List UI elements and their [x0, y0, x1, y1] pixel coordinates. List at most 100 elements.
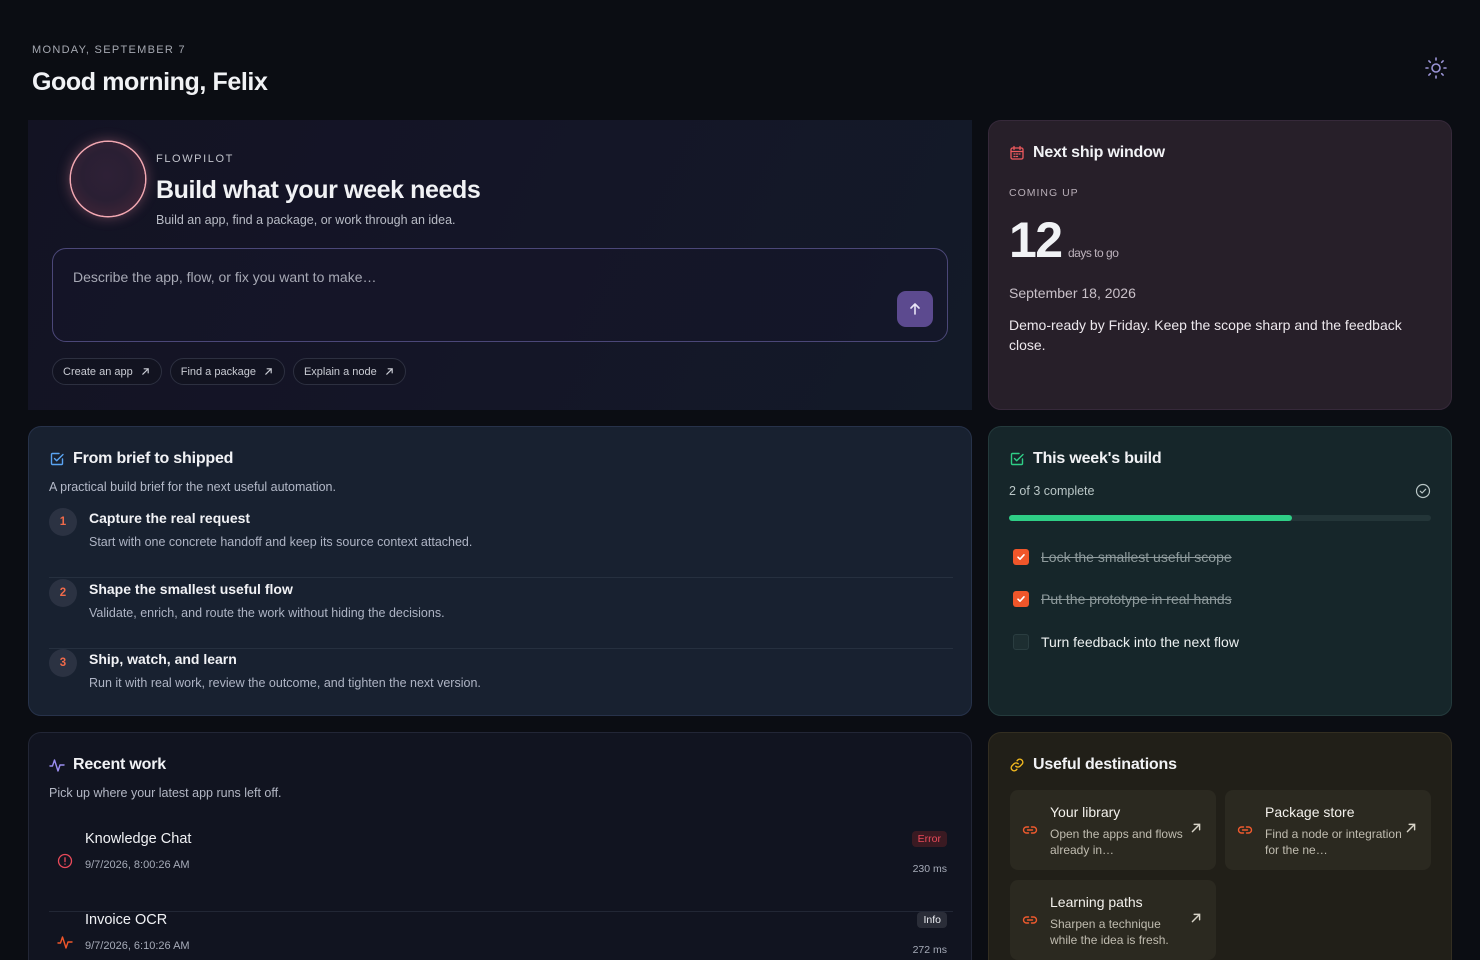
hero-subtitle: Build an app, find a package, or work th… [156, 213, 456, 227]
task-checkbox[interactable] [1013, 591, 1029, 607]
destination-package-store[interactable]: Package store Find a node or integration… [1225, 790, 1431, 870]
days-count: 12 [1009, 212, 1063, 268]
recent-card-title: Recent work [73, 756, 166, 773]
week-build-card: This week's build 2 of 3 complete Lock t… [988, 426, 1452, 716]
check-icon [1017, 596, 1025, 602]
chip-explain-node[interactable]: Explain a node [292, 358, 406, 385]
arrow-up-right-icon [264, 367, 274, 377]
recent-subtitle: Pick up where your latest app runs left … [49, 786, 282, 800]
days-unit: days to go [1068, 246, 1119, 260]
prompt-input[interactable] [73, 269, 873, 285]
check-icon [1017, 554, 1025, 560]
step-number: 2 [49, 579, 77, 607]
arrow-up-right-icon [141, 367, 151, 377]
checkbox-square-icon [49, 451, 65, 467]
chip-find-package[interactable]: Find a package [169, 358, 285, 385]
destination-learning-paths[interactable]: Learning paths Sharpen a technique while… [1010, 880, 1216, 960]
brief-card: From brief to shipped A practical build … [28, 426, 972, 716]
task-item: Put the prototype in real hands [1013, 591, 1232, 607]
chip-label: Create an app [63, 365, 133, 378]
prompt-box [52, 248, 948, 342]
status-badge: Error [911, 831, 947, 847]
brief-subtitle: A practical build brief for the next use… [49, 480, 336, 494]
date-label: MONDAY, SEPTEMBER 7 [32, 44, 186, 56]
ship-note: Demo-ready by Friday. Keep the scope sha… [1009, 317, 1402, 353]
step-description: Start with one concrete handoff and keep… [89, 535, 473, 549]
activity-icon [57, 936, 73, 949]
status-badge: Info [917, 912, 947, 928]
send-button[interactable] [897, 291, 933, 327]
checkbox-square-icon [1009, 451, 1025, 467]
task-item: Lock the smallest useful scope [1013, 549, 1232, 565]
brief-card-header: From brief to shipped [49, 450, 233, 468]
chip-create-app[interactable]: Create an app [52, 358, 162, 385]
step-title: Capture the real request [89, 510, 251, 526]
step-title: Shape the smallest useful flow [89, 581, 293, 597]
arrow-up-right-icon [385, 367, 395, 377]
ship-window-card: Next ship window COMING UP 12 days to go… [988, 120, 1452, 410]
run-duration: 272 ms [912, 944, 947, 956]
alert-circle-icon [57, 853, 73, 869]
coming-up-label: COMING UP [1009, 187, 1079, 199]
sun-icon [1425, 57, 1447, 79]
run-name: Knowledge Chat [85, 831, 192, 847]
run-timestamp: 9/7/2026, 8:00:26 AM [85, 859, 190, 871]
step-description: Run it with real work, review the outcom… [89, 676, 481, 690]
task-label: Lock the smallest useful scope [1041, 549, 1232, 565]
link-icon [1022, 826, 1038, 834]
week-card-header: This week's build [1009, 450, 1162, 468]
task-checkbox[interactable] [1013, 549, 1029, 565]
link-icon [1237, 826, 1253, 834]
progress-fill [1009, 515, 1292, 521]
step-description: Validate, enrich, and route the work wit… [89, 606, 445, 620]
ship-date: September 18, 2026 [1009, 285, 1136, 301]
destination-description: Find a node or integration for the ne… [1265, 827, 1402, 857]
step-number: 3 [49, 649, 77, 677]
brief-card-title: From brief to shipped [73, 450, 234, 467]
arrow-up-right-icon [1191, 823, 1201, 833]
quick-actions: Create an app Find a package Explain a n… [52, 358, 406, 385]
run-row[interactable]: Knowledge Chat 9/7/2026, 8:00:26 AM Erro… [49, 831, 953, 912]
ship-card-header: Next ship window [1009, 144, 1165, 162]
activity-icon [49, 757, 65, 773]
week-card-title: This week's build [1033, 450, 1162, 467]
chip-label: Explain a node [303, 365, 377, 378]
arrow-up-right-icon [1406, 823, 1416, 833]
task-checkbox[interactable] [1013, 634, 1029, 650]
completion-count: 2 of 3 complete [1009, 484, 1095, 498]
destinations-card-header: Useful destinations [1009, 756, 1177, 774]
divider [49, 577, 953, 578]
run-duration: 230 ms [912, 863, 947, 875]
step-title: Ship, watch, and learn [89, 651, 237, 667]
recent-work-card: Recent work Pick up where your latest ap… [28, 732, 972, 960]
destination-title: Package store [1265, 804, 1355, 820]
calendar-icon [1009, 145, 1025, 161]
destination-title: Your library [1050, 804, 1121, 820]
arrow-up-icon [910, 303, 920, 315]
run-row[interactable]: Invoice OCR 9/7/2026, 6:10:26 AM Info 27… [49, 912, 953, 960]
run-name: Invoice OCR [85, 912, 168, 928]
hero-panel: FLOWPILOT Build what your week needs Bui… [28, 120, 972, 410]
run-timestamp: 9/7/2026, 6:10:26 AM [85, 940, 190, 952]
brand-label: FLOWPILOT [156, 153, 234, 165]
hero-title: Build what your week needs [156, 176, 481, 204]
recent-card-header: Recent work [49, 756, 166, 774]
destinations-card-title: Useful destinations [1033, 756, 1177, 773]
greeting-title: Good morning, Felix [32, 68, 268, 96]
destination-your-library[interactable]: Your library Open the apps and flows alr… [1010, 790, 1216, 870]
brief-step: 3 Ship, watch, and learn Run it with rea… [49, 649, 953, 719]
destinations-card: Useful destinations Your library Open th… [988, 732, 1452, 960]
destination-description: Open the apps and flows already in… [1050, 827, 1183, 857]
destination-title: Learning paths [1050, 894, 1143, 910]
assistant-orb [71, 142, 145, 216]
brief-step: 1 Capture the real request Start with on… [49, 508, 953, 578]
task-label: Put the prototype in real hands [1041, 591, 1232, 607]
link-icon [1022, 916, 1038, 924]
ship-card-title: Next ship window [1033, 144, 1165, 161]
theme-toggle-button[interactable] [1422, 54, 1450, 82]
step-number: 1 [49, 508, 77, 536]
progress-bar [1009, 515, 1431, 521]
chip-label: Find a package [180, 365, 256, 378]
link-icon [1009, 757, 1025, 773]
check-circle-icon [1415, 483, 1431, 499]
